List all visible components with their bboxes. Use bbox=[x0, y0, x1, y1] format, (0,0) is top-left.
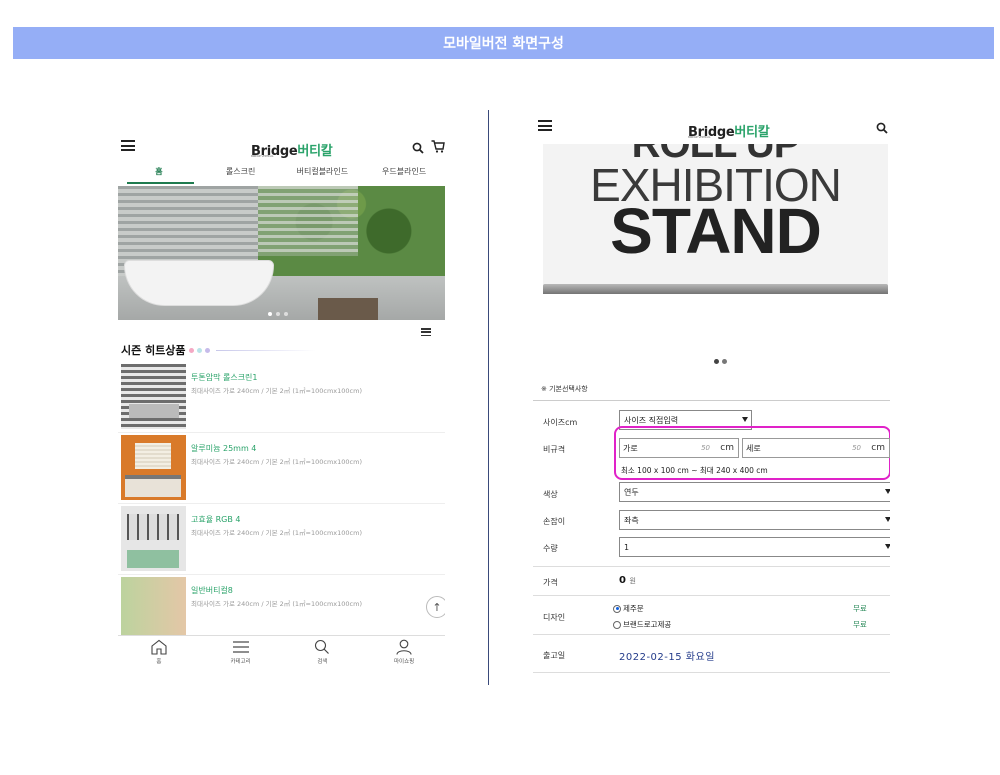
product-item[interactable]: 고효율 RGB 4 최대사이즈 가로 240cm / 기본 2㎡ (1㎡=100… bbox=[118, 504, 445, 575]
search-icon[interactable] bbox=[876, 119, 888, 134]
product-name: 알루미늄 25mm 4 bbox=[191, 444, 257, 453]
page-banner: 모바일버전 화면구성 bbox=[13, 27, 994, 59]
section-title: 시즌 히트상품 bbox=[121, 342, 316, 358]
hero-banner[interactable] bbox=[118, 186, 445, 320]
design-price-2: 무료 bbox=[853, 620, 867, 629]
banner-title: 모바일버전 화면구성 bbox=[443, 36, 564, 52]
product-desc: 최대사이즈 가로 240cm / 기본 2㎡ (1㎡=100cmx100cm) bbox=[191, 529, 362, 537]
logo[interactable]: Bridge버티칼 BRIDGE VERTICAL bbox=[251, 140, 333, 159]
product-thumbnail bbox=[121, 364, 186, 429]
qty-label: 수량 bbox=[543, 544, 558, 553]
section-header: 시즌 히트상품 bbox=[118, 320, 445, 362]
size-range-note: 최소 100 x 100 cm ~ 최대 240 x 400 cm bbox=[621, 466, 768, 475]
menu-icon bbox=[232, 641, 249, 653]
header: Bridge버티칼 BRIDGE VERTICAL bbox=[118, 130, 445, 162]
custom-size-label: 비규격 bbox=[543, 445, 566, 454]
bottom-nav: 홈 카테고리 검색 마이쇼핑 bbox=[118, 635, 445, 670]
height-input[interactable]: 세로 50 cm bbox=[742, 438, 890, 458]
product-image[interactable]: ROLL UP EXHIBITION STAND bbox=[543, 144, 888, 294]
tab-vertical-blind[interactable]: 버티컬블라인드 bbox=[282, 162, 364, 186]
cart-icon[interactable] bbox=[431, 138, 445, 153]
nav-search[interactable]: 검색 bbox=[282, 636, 364, 670]
design-radio-brand-logo[interactable]: 브랜드로고제공 bbox=[613, 619, 671, 630]
menu-icon[interactable] bbox=[121, 140, 135, 151]
carousel-dots[interactable] bbox=[714, 359, 727, 364]
product-thumbnail bbox=[121, 577, 186, 642]
search-icon bbox=[315, 639, 330, 654]
ship-date-label: 출고일 bbox=[543, 651, 566, 660]
tab-roll-screen[interactable]: 롤스크린 bbox=[200, 162, 282, 186]
tab-wood-blind[interactable]: 우드블라인드 bbox=[363, 162, 445, 186]
options-title: ※ 기본선택사항 bbox=[541, 385, 588, 393]
color-label: 색상 bbox=[543, 490, 558, 499]
category-tabs: 홈 롤스크린 버티컬블라인드 우드블라인드 bbox=[118, 162, 445, 186]
bathtub-image bbox=[124, 260, 274, 306]
product-name: 투톤암막 롤스크린1 bbox=[191, 373, 258, 382]
product-name: 고효율 RGB 4 bbox=[191, 515, 241, 524]
column-divider bbox=[488, 110, 489, 685]
color-select[interactable]: 연두 bbox=[619, 482, 890, 502]
carousel-dots[interactable] bbox=[268, 312, 288, 316]
chevron-down-icon bbox=[885, 517, 890, 522]
product-desc: 최대사이즈 가로 240cm / 기본 2㎡ (1㎡=100cmx100cm) bbox=[191, 387, 362, 395]
mobile-home-screen: Bridge버티칼 BRIDGE VERTICAL 홈 롤스크린 버티컬블라인드… bbox=[118, 130, 445, 670]
nav-home[interactable]: 홈 bbox=[118, 636, 200, 670]
chevron-down-icon bbox=[885, 489, 890, 494]
product-thumbnail bbox=[121, 506, 186, 571]
home-icon bbox=[151, 639, 167, 655]
size-label: 사이즈cm bbox=[543, 418, 578, 427]
price-label: 가격 bbox=[543, 578, 558, 587]
price-value: 0 원 bbox=[619, 575, 636, 586]
handle-label: 손잡이 bbox=[543, 517, 566, 526]
chevron-down-icon bbox=[885, 544, 890, 549]
ship-date-value: 2022-02-15 화요일 bbox=[619, 652, 715, 663]
handle-select[interactable]: 좌측 bbox=[619, 510, 890, 530]
chevron-down-icon bbox=[742, 417, 748, 422]
nav-category[interactable]: 카테고리 bbox=[200, 636, 282, 670]
product-item[interactable]: 알루미늄 25mm 4 최대사이즈 가로 240cm / 기본 2㎡ (1㎡=1… bbox=[118, 433, 445, 504]
product-name: 일반버티컬8 bbox=[191, 586, 233, 595]
active-tab-indicator bbox=[127, 182, 194, 184]
nav-my-shopping[interactable]: 마이쇼핑 bbox=[363, 636, 445, 670]
menu-icon[interactable] bbox=[538, 120, 552, 131]
qty-select[interactable]: 1 bbox=[619, 537, 890, 557]
product-desc: 최대사이즈 가로 240cm / 기본 2㎡ (1㎡=100cmx100cm) bbox=[191, 600, 362, 608]
mobile-product-detail-screen: Bridge버티칼 BRIDGE VERTICAL ROLL UP EXHIBI… bbox=[533, 110, 890, 685]
product-desc: 최대사이즈 가로 240cm / 기본 2㎡ (1㎡=100cmx100cm) bbox=[191, 458, 362, 466]
header: Bridge버티칼 BRIDGE VERTICAL bbox=[533, 110, 890, 144]
design-label: 디자인 bbox=[543, 613, 566, 622]
design-price-1: 무료 bbox=[853, 604, 867, 613]
product-item[interactable]: 투톤암막 롤스크린1 최대사이즈 가로 240cm / 기본 2㎡ (1㎡=10… bbox=[118, 362, 445, 433]
user-icon bbox=[396, 639, 412, 655]
design-radio-order[interactable]: 제주문 bbox=[613, 603, 644, 614]
list-view-icon[interactable] bbox=[421, 328, 431, 336]
logo[interactable]: Bridge버티칼 BRIDGE VERTICAL bbox=[688, 121, 770, 140]
width-input[interactable]: 가로 50 cm bbox=[619, 438, 739, 458]
arrow-up-icon[interactable]: ↑ bbox=[426, 596, 445, 618]
search-icon[interactable] bbox=[412, 139, 424, 154]
product-thumbnail bbox=[121, 435, 186, 500]
